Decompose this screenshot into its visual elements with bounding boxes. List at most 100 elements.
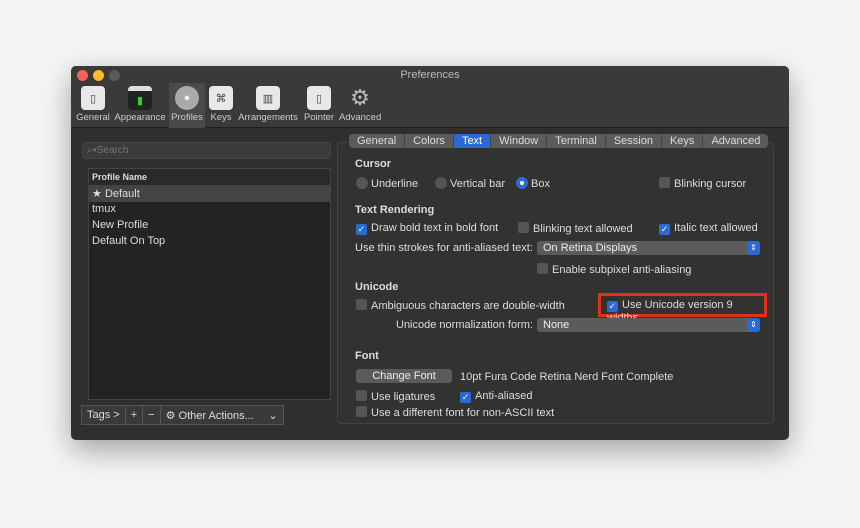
ligatures-checkbox[interactable]: Use ligatures: [356, 390, 435, 403]
profile-actions-bar: Tags > + − ⚙ Other Actions... ⌄: [81, 405, 284, 425]
updown-chevron-icon: ⇕: [747, 241, 760, 255]
bold-font-checkbox[interactable]: ✓ Draw bold text in bold font: [356, 222, 498, 235]
tab-colors[interactable]: Colors: [405, 134, 454, 148]
profile-tabs: General Colors Text Window Terminal Sess…: [349, 134, 769, 148]
updown-chevron-icon: ⇕: [747, 318, 760, 332]
toolbar-label: Arrangements: [238, 112, 298, 123]
text-rendering-heading: Text Rendering: [355, 204, 435, 216]
pointer-icon: ▯: [307, 86, 331, 110]
appearance-icon: ▮: [128, 86, 152, 110]
radio-icon: [356, 177, 368, 189]
blinking-text-checkbox[interactable]: Blinking text allowed: [518, 222, 633, 235]
thin-strokes-select[interactable]: On Retina Displays ⇕: [537, 241, 760, 255]
preferences-window: Preferences ▯ General ▮ Appearance ● Profil…: [71, 66, 789, 440]
arrangements-icon: ▥: [256, 86, 280, 110]
unicode-heading: Unicode: [355, 281, 399, 293]
list-item[interactable]: New Profile: [89, 218, 330, 234]
gear-icon: ⚙: [350, 85, 370, 110]
other-actions-label: Other Actions...: [178, 410, 254, 422]
font-heading: Font: [355, 350, 379, 362]
tab-advanced[interactable]: Advanced: [703, 134, 768, 148]
normalization-label: Unicode normalization form:: [396, 319, 533, 331]
toolbar-pointer[interactable]: ▯ Pointer: [301, 83, 337, 128]
tab-text[interactable]: Text: [453, 134, 492, 148]
tab-window[interactable]: Window: [491, 134, 548, 148]
add-profile-button[interactable]: +: [126, 406, 144, 424]
profile-search-input[interactable]: ⌕▾Search: [82, 142, 331, 159]
toolbar-appearance[interactable]: ▮ Appearance: [113, 83, 167, 128]
toolbar-label: Appearance: [114, 112, 166, 123]
tab-session[interactable]: Session: [606, 134, 662, 148]
profile-list: Profile Name ★ Default tmux New Profile …: [88, 168, 331, 400]
column-header[interactable]: Profile Name: [89, 169, 330, 186]
star-icon: ★: [92, 188, 102, 200]
checkbox-icon: [537, 263, 548, 274]
anti-aliased-checkbox[interactable]: ✓ Anti-aliased: [460, 390, 532, 403]
radio-label: Box: [531, 178, 550, 190]
list-item[interactable]: tmux: [89, 202, 330, 218]
toolbar-general[interactable]: ▯ General: [75, 83, 111, 128]
checkbox-icon: [356, 390, 367, 401]
radio-label: Vertical bar: [450, 178, 506, 190]
tags-button[interactable]: Tags >: [82, 406, 126, 424]
tab-general[interactable]: General: [349, 134, 406, 148]
tab-keys[interactable]: Keys: [662, 134, 704, 148]
toolbar-label: Pointer: [303, 112, 335, 123]
thin-strokes-label: Use thin strokes for anti-aliased text:: [355, 242, 533, 254]
checkbox-label: Anti-aliased: [475, 390, 533, 402]
checkbox-icon: [659, 177, 670, 188]
checkbox-label: Blinking text allowed: [533, 223, 633, 235]
checkmark-icon: ✓: [607, 301, 618, 312]
radio-underline[interactable]: Underline: [356, 177, 418, 190]
checkmark-icon: ✓: [659, 224, 670, 235]
profile-name: Default: [104, 188, 140, 200]
checkbox-label: Italic text allowed: [674, 222, 758, 234]
checkbox-icon: [356, 299, 367, 310]
normalization-select[interactable]: None ⇕: [537, 318, 760, 332]
toolbar-label: Keys: [210, 112, 232, 123]
subpixel-checkbox[interactable]: Enable subpixel anti-aliasing: [537, 263, 691, 276]
checkmark-icon: ✓: [460, 392, 471, 403]
toolbar-keys[interactable]: ⌘ Keys: [207, 83, 235, 128]
toolbar-profiles[interactable]: ● Profiles: [169, 83, 205, 128]
current-font-label: 10pt Fura Code Retina Nerd Font Complete: [460, 371, 674, 383]
toolbar-advanced[interactable]: ⚙ Advanced: [339, 83, 381, 128]
toolbar-arrangements[interactable]: ▥ Arrangements: [237, 83, 299, 128]
other-actions-button[interactable]: ⚙ Other Actions... ⌄: [161, 406, 283, 424]
tab-terminal[interactable]: Terminal: [547, 134, 606, 148]
radio-label: Underline: [371, 178, 419, 190]
radio-box[interactable]: Box: [516, 177, 550, 190]
list-item[interactable]: Default On Top: [89, 234, 330, 250]
select-value: None: [543, 319, 570, 331]
blinking-cursor-checkbox[interactable]: Blinking cursor: [659, 177, 746, 190]
change-font-button[interactable]: Change Font: [356, 369, 452, 383]
titlebar: Preferences ▯ General ▮ Appearance ● Profil…: [71, 66, 789, 128]
search-placeholder: Search: [96, 145, 129, 156]
profiles-icon: ●: [175, 86, 199, 110]
radio-selected-icon: [516, 177, 528, 189]
toolbar-label: Profiles: [171, 112, 203, 123]
general-icon: ▯: [81, 86, 105, 110]
unicode-v9-checkbox[interactable]: ✓Use Unicode version 9 widths: [598, 293, 767, 324]
checkbox-icon: [356, 406, 367, 417]
radio-vertical-bar[interactable]: Vertical bar: [435, 177, 505, 190]
italic-text-checkbox[interactable]: ✓ Italic text allowed: [659, 222, 758, 235]
radio-icon: [435, 177, 447, 189]
checkbox-label: Enable subpixel anti-aliasing: [552, 264, 692, 276]
ambiguous-width-checkbox[interactable]: Ambiguous characters are double-width: [356, 299, 565, 312]
keys-icon: ⌘: [209, 86, 233, 110]
toolbar-label: General: [76, 112, 110, 123]
cursor-heading: Cursor: [355, 158, 392, 170]
checkmark-icon: ✓: [356, 224, 367, 235]
list-item[interactable]: ★ Default: [89, 186, 330, 202]
gear-icon: ⚙: [165, 410, 176, 422]
checkbox-label: Use ligatures: [371, 391, 436, 403]
checkbox-icon: [518, 222, 529, 233]
non-ascii-font-checkbox[interactable]: Use a different font for non-ASCII text: [356, 406, 554, 419]
toolbar-label: Advanced: [339, 112, 382, 123]
chevron-down-icon: ⌄: [268, 410, 278, 422]
remove-profile-button[interactable]: −: [143, 406, 161, 424]
checkbox-label: Draw bold text in bold font: [371, 222, 499, 234]
checkbox-label: Blinking cursor: [674, 178, 747, 190]
checkbox-label: Ambiguous characters are double-width: [371, 300, 565, 312]
